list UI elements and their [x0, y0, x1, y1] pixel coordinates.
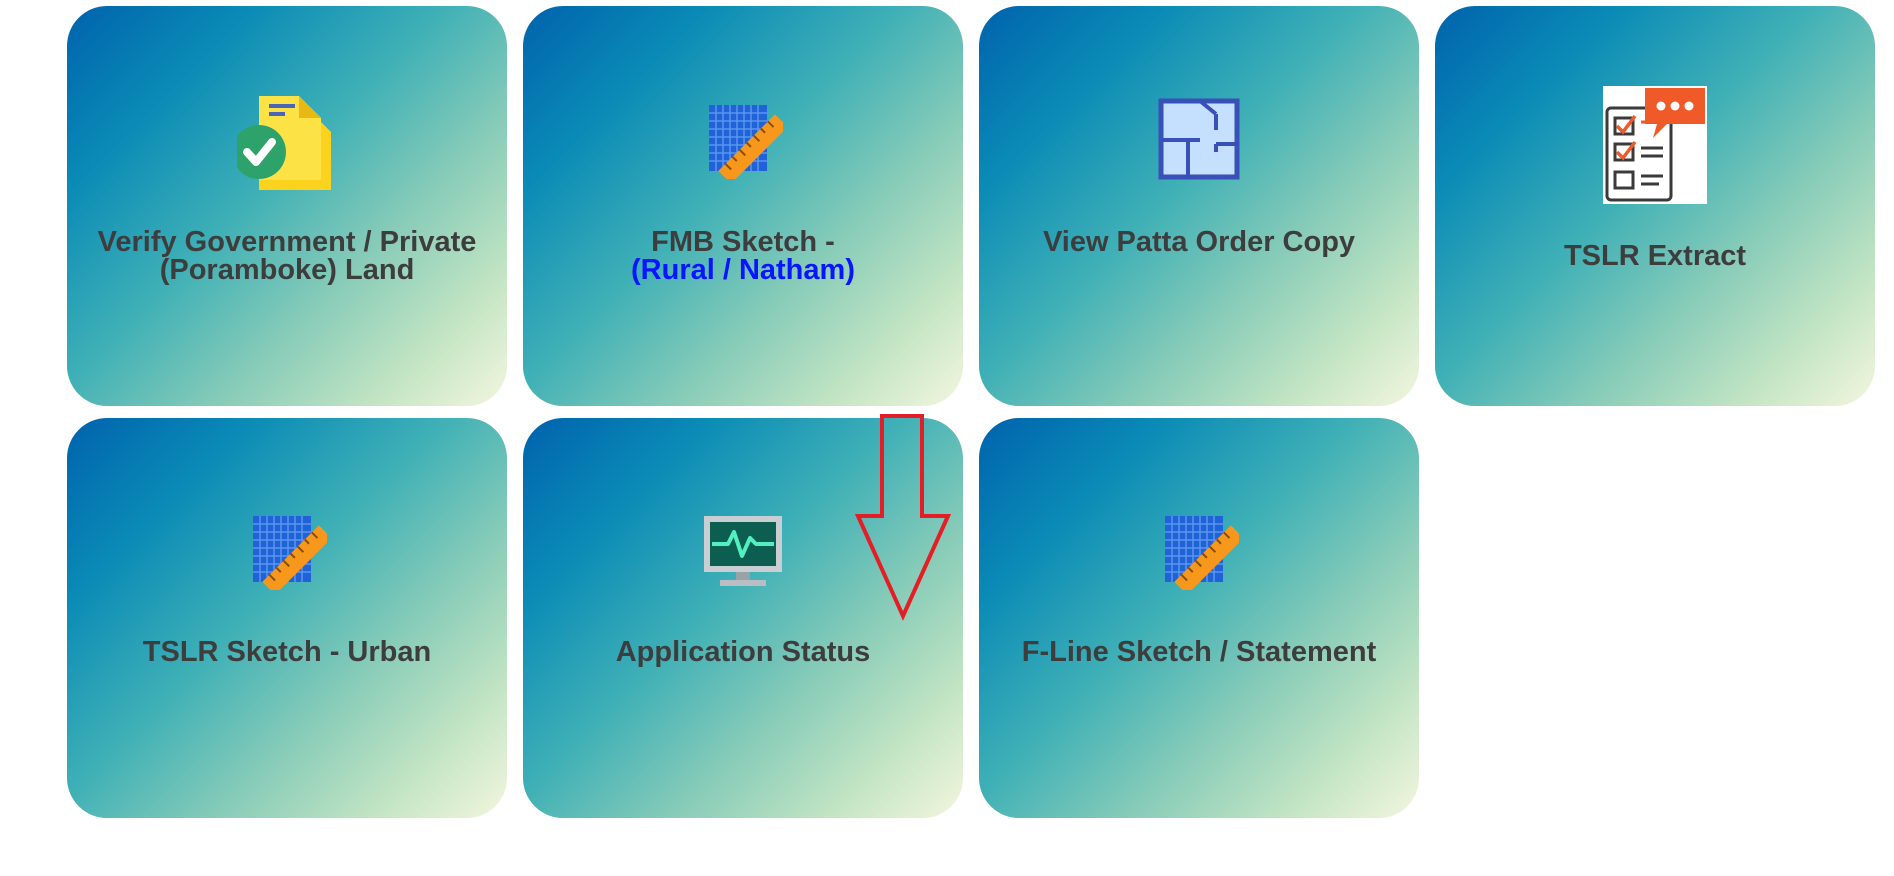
card-title: Verify Government / Private (Poramboke) …	[97, 226, 477, 286]
grid-ruler-icon	[247, 510, 327, 590]
floor-plan-icon	[1158, 98, 1240, 180]
card-title: TSLR Extract	[1563, 240, 1747, 272]
card-title: FMB Sketch - (Rural / Natham)	[631, 226, 855, 286]
card-tslr-extract[interactable]: TSLR Extract	[1435, 6, 1875, 406]
card-title: F-Line Sketch / Statement	[1021, 636, 1377, 668]
grid-ruler-icon	[703, 99, 783, 179]
checklist-chat-icon	[1603, 86, 1707, 204]
monitor-pulse-icon	[702, 514, 784, 590]
grid-ruler-icon	[1159, 510, 1239, 590]
card-title: TSLR Sketch - Urban	[142, 636, 432, 668]
card-verify-land[interactable]: Verify Government / Private (Poramboke) …	[67, 6, 507, 406]
card-tslr-sketch-urban[interactable]: TSLR Sketch - Urban	[67, 418, 507, 818]
document-check-icon	[237, 90, 337, 194]
card-title: Application Status	[615, 636, 871, 668]
card-patta-order[interactable]: View Patta Order Copy	[979, 6, 1419, 406]
card-title: View Patta Order Copy	[1042, 226, 1356, 258]
card-f-line-sketch[interactable]: F-Line Sketch / Statement	[979, 418, 1419, 818]
card-fmb-sketch[interactable]: FMB Sketch - (Rural / Natham)	[523, 6, 963, 406]
card-application-status[interactable]: Application Status	[523, 418, 963, 818]
